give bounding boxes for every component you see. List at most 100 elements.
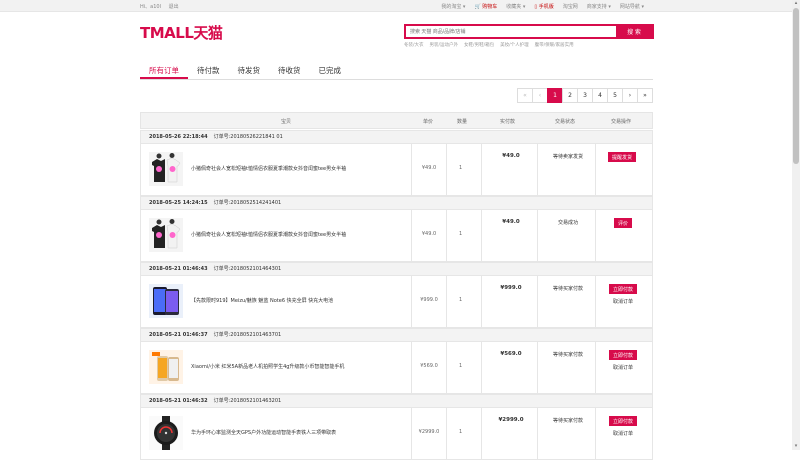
unit-price: ¥2999.0: [418, 429, 440, 435]
page-5-button[interactable]: 5: [607, 88, 623, 103]
tab-pending-shipment[interactable]: 待发货: [229, 62, 270, 79]
orders-table-header: 宝贝 单价 数量 实付款 交易状态 交易操作: [140, 112, 653, 129]
unit-price: ¥999.0: [420, 297, 438, 303]
logout-link[interactable]: 退出: [169, 4, 179, 10]
product-thumbnail[interactable]: [149, 350, 183, 384]
pay-now-button[interactable]: 立即付款: [609, 416, 638, 426]
vertical-scrollbar[interactable]: ▴ ▾: [792, 0, 800, 450]
order-date: 2018-05-21 01:46:32: [149, 398, 208, 404]
pay-now-button[interactable]: 立即付款: [609, 284, 638, 294]
divider: [446, 408, 447, 459]
divider: [411, 276, 412, 327]
order-number: 订单号:2018052101463701: [213, 332, 282, 338]
quantity: 1: [459, 165, 463, 171]
tab-pending-receipt[interactable]: 待收货: [269, 62, 310, 79]
favorites-link[interactable]: 收藏夹 ▾: [506, 3, 525, 10]
product-thumbnail[interactable]: [149, 218, 183, 252]
order-body: 华为手环心率监测全天GPS户外功能运动智能手表铁人三项带取表 ¥2999.0 1…: [140, 408, 653, 460]
order-row: 2018-05-21 01:46:32 订单号:2018052101463201 …: [140, 394, 653, 460]
order-number: 订单号:2018052514241401: [213, 200, 282, 206]
product-title-link[interactable]: 华为手环心率监测全天GPS户外功能运动智能手表铁人三项带取表: [191, 429, 411, 436]
paid-amount: ¥49.0: [502, 153, 520, 159]
hot-words: 冬装/大衣 男装/运动户外 女鞋/男鞋/箱包 美妆/个人护理 腹带/保暖/家居实…: [404, 42, 574, 48]
cancel-order-link[interactable]: 取消订单: [613, 298, 633, 305]
next-page-button[interactable]: ›: [622, 88, 638, 103]
order-status: 等待买家付款: [552, 418, 583, 424]
mobile-link[interactable]: ▯ 手机版: [534, 3, 553, 10]
page-3-button[interactable]: 3: [577, 88, 593, 103]
divider: [595, 342, 596, 393]
header-status: 交易状态: [555, 119, 576, 125]
header-action: 交易操作: [611, 119, 632, 125]
cart-link[interactable]: 🛒 购物车: [474, 3, 497, 10]
search-button[interactable]: 搜 索: [616, 26, 652, 37]
scroll-up-icon[interactable]: ▴: [793, 0, 799, 6]
hotword-link[interactable]: 男装/运动户外: [430, 42, 459, 48]
page-1-button[interactable]: 1: [547, 88, 563, 103]
quantity: 1: [459, 429, 463, 435]
order-status: 等待买家付款: [552, 286, 583, 292]
hotword-link[interactable]: 腹带/保暖/家居实用: [535, 42, 574, 48]
divider: [481, 144, 482, 195]
remind-shipment-button[interactable]: 提醒发货: [608, 152, 637, 162]
order-status: 等待买家付款: [552, 352, 583, 358]
first-page-button[interactable]: «: [517, 88, 533, 103]
merchant-support-link[interactable]: 商家支持 ▾: [587, 3, 611, 10]
cancel-order-link[interactable]: 取消订单: [613, 364, 633, 371]
divider: [411, 144, 412, 195]
order-header: 2018-05-21 01:46:32 订单号:2018052101463201: [140, 394, 653, 408]
mobile-label: 手机版: [538, 4, 554, 10]
pagination: « ‹ 1 2 3 4 5 › »: [517, 88, 653, 103]
order-body: 【先款限时919】Meizu/魅族 魅蓝 Note6 快充全屏 快充大电池 ¥9…: [140, 276, 653, 328]
product-thumbnail[interactable]: [149, 152, 183, 186]
divider: [446, 210, 447, 261]
paid-amount: ¥2999.0: [498, 417, 524, 423]
paid-amount: ¥569.0: [500, 351, 522, 357]
header-paid: 实付款: [500, 119, 516, 125]
prev-page-button[interactable]: ‹: [532, 88, 548, 103]
page-4-button[interactable]: 4: [592, 88, 608, 103]
cancel-order-link[interactable]: 取消订单: [613, 430, 633, 437]
order-tabs: 所有订单 待付款 待发货 待收货 已完成: [140, 62, 653, 80]
hotword-link[interactable]: 冬装/大衣: [404, 42, 424, 48]
tmall-logo[interactable]: TMALL天猫: [140, 22, 223, 43]
divider: [595, 276, 596, 327]
product-title-link[interactable]: 小猪佩奇社会人宽松短袖t恤情侣衣服夏季潮款女抖音闺蜜tee男女半袖: [191, 231, 411, 238]
hotword-link[interactable]: 美妆/个人护理: [500, 42, 529, 48]
product-title-link[interactable]: 【先款限时919】Meizu/魅族 魅蓝 Note6 快充全屏 快充大电池: [191, 297, 411, 304]
paid-amount: ¥999.0: [500, 285, 522, 291]
tab-pending-payment[interactable]: 待付款: [188, 62, 229, 79]
search-input[interactable]: [406, 26, 616, 37]
hotword-link[interactable]: 女鞋/男鞋/箱包: [464, 42, 494, 48]
order-header: 2018-05-21 01:46:43 订单号:2018052101464301: [140, 262, 653, 276]
order-date: 2018-05-21 01:46:43: [149, 266, 208, 272]
divider: [537, 210, 538, 261]
divider: [411, 342, 412, 393]
divider: [537, 276, 538, 327]
divider: [446, 144, 447, 195]
product-title-link[interactable]: 小猪佩奇社会人宽松短袖t恤情侣衣服夏季潮款女抖音闺蜜tee男女半袖: [191, 165, 411, 172]
site-nav-link[interactable]: 网站导航 ▾: [620, 3, 644, 10]
pay-now-button[interactable]: 立即付款: [609, 350, 638, 360]
taobao-link[interactable]: 淘宝网: [563, 3, 578, 10]
order-header: 2018-05-26 22:18:44 订单号:20180526221841 01: [140, 130, 653, 144]
order-body: 小猪佩奇社会人宽松短袖t恤情侣衣服夏季潮款女抖音闺蜜tee男女半袖 ¥49.0 …: [140, 144, 653, 196]
product-thumbnail[interactable]: [149, 416, 183, 450]
product-thumbnail[interactable]: [149, 284, 183, 318]
order-number: 订单号:2018052101463201: [213, 398, 282, 404]
last-page-button[interactable]: »: [637, 88, 653, 103]
review-button[interactable]: 评价: [614, 218, 633, 228]
cart-label: 购物车: [482, 4, 498, 10]
divider: [411, 408, 412, 459]
scrollbar-thumb[interactable]: [793, 8, 799, 164]
paid-amount: ¥49.0: [502, 219, 520, 225]
my-taobao-link[interactable]: 我的淘宝 ▾: [441, 3, 465, 10]
scroll-down-icon[interactable]: ▾: [793, 443, 799, 449]
order-status: 交易成功: [557, 220, 578, 226]
order-status: 等待卖家发货: [552, 154, 583, 160]
page-2-button[interactable]: 2: [562, 88, 578, 103]
order-number: 订单号:2018052101464301: [213, 266, 282, 272]
tab-completed[interactable]: 已完成: [310, 62, 351, 79]
tab-all-orders[interactable]: 所有订单: [140, 62, 188, 79]
product-title-link[interactable]: Xiaomi/小米 红米5A新品老人机拍照学生4g升级款小币智能智能手机: [191, 363, 411, 370]
